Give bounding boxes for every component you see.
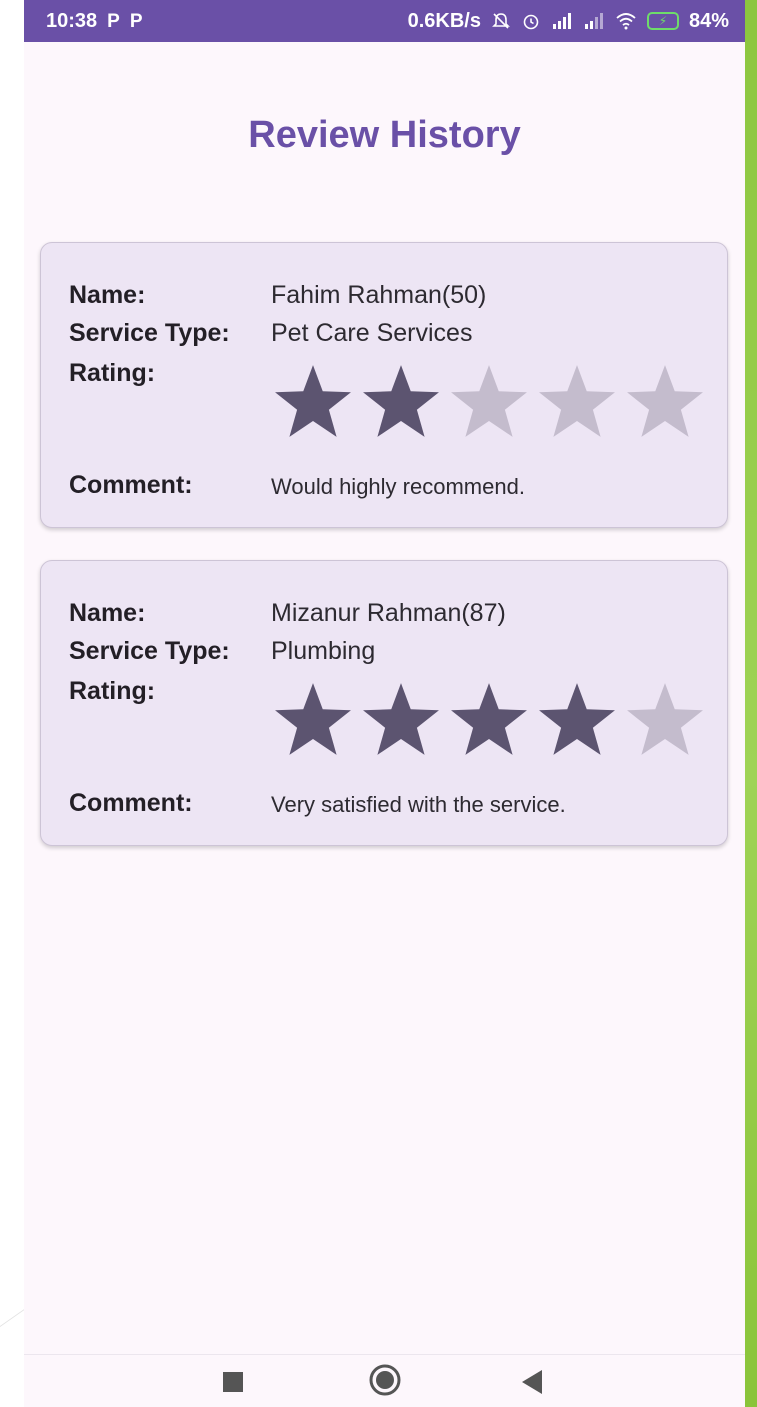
square-icon [223, 1372, 243, 1392]
page-title: Review History [248, 114, 521, 156]
network-speed: 0.6KB/s [407, 9, 481, 32]
screen: 10:38 P P 0.6KB/s ⚡ 84% Review History N… [0, 0, 757, 1407]
service-type-value: Pet Care Services [271, 319, 473, 347]
star-empty-icon[interactable] [447, 361, 531, 441]
rating-stars [271, 679, 707, 759]
alarm-icon [521, 11, 541, 31]
rating-stars [271, 361, 707, 441]
rating-label: Rating: [69, 359, 156, 387]
phone-screen: 10:38 P P 0.6KB/s ⚡ 84% Review History N… [24, 0, 745, 1407]
service-type-value: Plumbing [271, 637, 376, 665]
notification-p-icon: P [107, 10, 120, 32]
rating-label: Rating: [69, 677, 156, 705]
star-empty-icon[interactable] [623, 361, 707, 441]
star-empty-icon[interactable] [623, 679, 707, 759]
name-label: Name: [69, 599, 146, 627]
mute-bell-icon [491, 11, 511, 31]
star-filled-icon[interactable] [271, 361, 355, 441]
star-filled-icon[interactable] [535, 679, 619, 759]
battery-charging-icon: ⚡ [646, 12, 679, 30]
star-filled-icon[interactable] [271, 679, 355, 759]
star-filled-icon[interactable] [359, 361, 443, 441]
reviewer-name: Fahim Rahman(50) [271, 281, 487, 309]
comment-text: Would highly recommend. [271, 474, 525, 499]
notification-p-icon: P [129, 10, 143, 32]
system-nav-bar [24, 1354, 745, 1407]
status-time: 10:38 [46, 9, 98, 32]
recent-apps-button[interactable] [222, 1371, 244, 1398]
service-type-label: Service Type: [69, 319, 230, 347]
home-button[interactable] [368, 1363, 402, 1402]
signal-icon [583, 12, 605, 30]
signal-icon [551, 12, 573, 30]
star-filled-icon[interactable] [359, 679, 443, 759]
comment-label: Comment: [69, 789, 193, 817]
status-left: 10:38 P P [46, 10, 143, 33]
comment-text: Very satisfied with the service. [271, 792, 566, 817]
home-circle-icon [369, 1364, 401, 1396]
back-button[interactable] [521, 1369, 543, 1400]
comment-label: Comment: [69, 471, 193, 499]
review-card: Name: Mizanur Rahman(87) Service Type: P… [40, 560, 728, 846]
star-empty-icon[interactable] [535, 361, 619, 441]
status-bar: 10:38 P P 0.6KB/s ⚡ 84% [24, 0, 745, 42]
reviewer-name: Mizanur Rahman(87) [271, 599, 506, 627]
edge-decoration [745, 0, 757, 1407]
status-right: 0.6KB/s ⚡ 84% [408, 10, 729, 33]
wifi-icon [615, 12, 637, 30]
star-filled-icon[interactable] [447, 679, 531, 759]
battery-level: 84% [688, 9, 729, 32]
name-label: Name: [69, 281, 146, 309]
back-triangle-icon [522, 1370, 542, 1394]
service-type-label: Service Type: [69, 637, 230, 665]
review-card: Name: Fahim Rahman(50) Service Type: Pet… [40, 242, 728, 528]
